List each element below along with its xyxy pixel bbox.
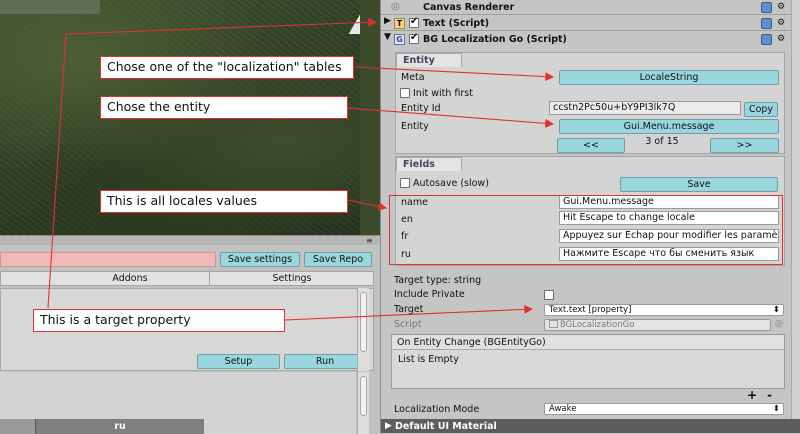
script-icon: G bbox=[394, 34, 405, 45]
script-label: Script bbox=[394, 319, 422, 330]
tab-settings[interactable]: Settings bbox=[210, 271, 374, 286]
autosave-label: Autosave (slow) bbox=[413, 178, 489, 189]
canvas-renderer-title: Canvas Renderer bbox=[423, 2, 515, 13]
scene-toolbar-strip bbox=[0, 0, 100, 14]
foldout-arrow-icon[interactable]: ▼ bbox=[384, 32, 391, 42]
settings-gear-icon[interactable]: ⚙ bbox=[777, 18, 785, 28]
localization-mode-label: Localization Mode bbox=[394, 404, 480, 415]
init-first-checkbox[interactable] bbox=[400, 88, 410, 98]
script-file-icon bbox=[549, 320, 558, 328]
text-script-title: Text (Script) bbox=[423, 18, 490, 29]
setup-button[interactable]: Setup bbox=[197, 354, 280, 369]
save-settings-button[interactable]: Save settings bbox=[220, 252, 300, 267]
help-icon[interactable] bbox=[761, 34, 772, 45]
fields-section-tab: Fields bbox=[396, 157, 462, 171]
foldout-arrow-icon[interactable]: ▶ bbox=[384, 16, 391, 26]
help-icon[interactable] bbox=[761, 2, 772, 13]
target-value: Text.text [property] bbox=[549, 305, 632, 315]
note-localization-tables: Chose one of the "localization" tables bbox=[100, 56, 354, 79]
remove-event-button[interactable]: - bbox=[767, 389, 772, 401]
canvas-renderer-header[interactable]: ◎ Canvas Renderer ⚙ bbox=[381, 0, 791, 15]
panel-scrollbar[interactable] bbox=[357, 288, 369, 371]
script-value: BGLocalizationGo bbox=[560, 320, 635, 330]
target-label: Target bbox=[394, 304, 424, 315]
bg-component-header[interactable]: ▼ G ✔ BG Localization Go (Script) ⚙ bbox=[381, 32, 791, 47]
entity-section-tab: Entity bbox=[396, 53, 462, 67]
autosave-checkbox[interactable] bbox=[400, 178, 410, 188]
script-field: BGLocalizationGo bbox=[544, 319, 771, 331]
help-icon[interactable] bbox=[761, 18, 772, 29]
material-header[interactable]: ▶ Default UI Material bbox=[381, 419, 800, 433]
meta-selector-button[interactable]: LocaleString bbox=[559, 70, 779, 85]
inspector-scrollbar[interactable] bbox=[791, 0, 800, 419]
next-entity-button[interactable]: >> bbox=[710, 138, 779, 153]
copy-button[interactable]: Copy bbox=[744, 102, 778, 117]
note-choose-entity: Chose the entity bbox=[100, 96, 348, 119]
note-target-property: This is a target property bbox=[33, 309, 285, 332]
settings-gear-icon[interactable]: ⚙ bbox=[777, 34, 785, 44]
settings-gear-icon[interactable]: ⚙ bbox=[777, 2, 785, 12]
target-dropdown[interactable]: Text.text [property] ⬍ bbox=[544, 304, 784, 316]
page-counter: 3 of 15 bbox=[645, 136, 679, 147]
scene-scrollbar[interactable] bbox=[360, 0, 380, 235]
entity-id-field[interactable]: ccstn2Pc50u+bY9PI3lk7Q bbox=[549, 101, 741, 115]
init-first-label: Init with first bbox=[413, 88, 473, 99]
default-material-title: Default UI Material bbox=[395, 421, 497, 432]
include-private-checkbox[interactable] bbox=[544, 290, 554, 300]
localization-mode-dropdown[interactable]: Awake ⬍ bbox=[544, 403, 784, 415]
event-list-title: On Entity Change (BGEntityGo) bbox=[392, 335, 784, 350]
event-list-empty: List is Empty bbox=[398, 354, 459, 365]
localization-mode-value: Awake bbox=[549, 404, 577, 414]
panel-scrollbar-thumb[interactable] bbox=[360, 292, 367, 352]
target-type-label: Target type: string bbox=[394, 275, 482, 286]
include-private-label: Include Private bbox=[394, 289, 465, 300]
dropdown-arrow-icon: ⬍ bbox=[772, 305, 780, 315]
eye-icon: ◎ bbox=[391, 1, 400, 12]
save-button[interactable]: Save bbox=[620, 177, 778, 192]
bg-component-title: BG Localization Go (Script) bbox=[423, 34, 567, 45]
text-enabled-checkbox[interactable]: ✔ bbox=[409, 16, 419, 28]
entity-id-label: Entity Id bbox=[401, 103, 441, 114]
tab-addons[interactable]: Addons bbox=[100, 271, 160, 286]
prev-entity-button[interactable]: << bbox=[557, 138, 625, 153]
run-button[interactable]: Run bbox=[284, 354, 366, 369]
grid-scrollbar[interactable] bbox=[357, 372, 369, 434]
entity-label: Entity bbox=[401, 121, 429, 132]
column-header-ru[interactable]: ru bbox=[36, 419, 204, 434]
save-repo-button[interactable]: Save Repo bbox=[304, 252, 372, 267]
object-picker-icon[interactable]: ◎ bbox=[775, 319, 783, 329]
window-menu-icon[interactable]: ≡ bbox=[366, 237, 373, 245]
grid-header-cell bbox=[0, 419, 36, 434]
event-list-box: On Entity Change (BGEntityGo) List is Em… bbox=[391, 334, 785, 389]
grid-scrollbar-thumb[interactable] bbox=[360, 376, 367, 416]
meta-label: Meta bbox=[401, 72, 425, 83]
dropdown-arrow-icon: ⬍ bbox=[772, 404, 780, 414]
text-script-header[interactable]: ▶ T ✔ Text (Script) ⚙ bbox=[381, 16, 791, 31]
foldout-arrow-icon[interactable]: ▶ bbox=[385, 419, 392, 433]
window-dock-bar: ≡ bbox=[0, 236, 380, 245]
note-locale-values: This is all locales values bbox=[100, 190, 348, 213]
add-event-button[interactable]: + bbox=[747, 389, 757, 401]
error-field[interactable] bbox=[0, 252, 216, 267]
entity-selector-button[interactable]: Gui.Menu.message bbox=[559, 119, 779, 134]
bg-enabled-checkbox[interactable]: ✔ bbox=[409, 32, 419, 44]
locale-values-highlight bbox=[389, 195, 783, 265]
localization-editor-window: ≡ Save settings Save Repo Addons Setting… bbox=[0, 235, 380, 434]
text-component-icon: T bbox=[394, 18, 405, 29]
